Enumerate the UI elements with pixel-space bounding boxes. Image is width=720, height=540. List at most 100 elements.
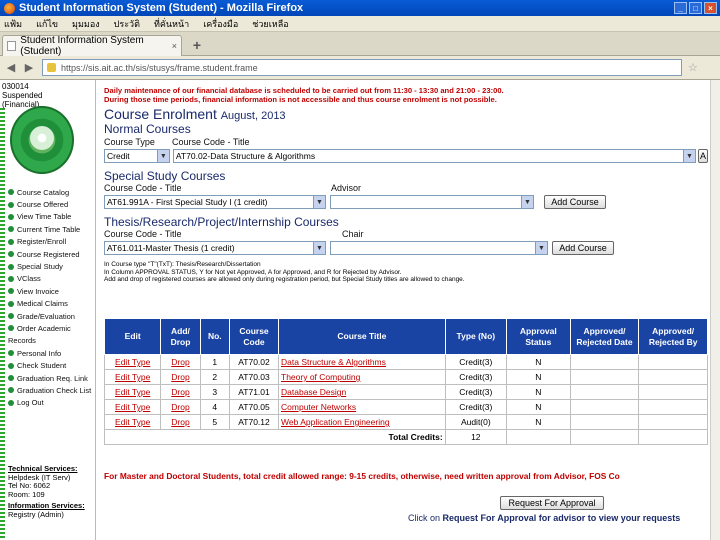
add-special-course-button[interactable]: Add Course bbox=[544, 195, 606, 209]
info-line[interactable]: Registry (Admin) bbox=[8, 510, 94, 520]
menu-file[interactable]: แฟ้ม bbox=[4, 17, 22, 31]
nav-check-student[interactable]: Check Student bbox=[8, 359, 94, 371]
course-title-link[interactable]: Data Structure & Algorithms bbox=[278, 354, 446, 370]
drop-link[interactable]: Drop bbox=[160, 399, 201, 415]
bullet-icon bbox=[8, 362, 14, 369]
chair-label: Chair bbox=[342, 229, 364, 239]
header-course-title: Course Title bbox=[278, 318, 446, 355]
page-content: 030014 Suspended (Financial) Course Cata… bbox=[0, 80, 720, 540]
row-no: 3 bbox=[199, 384, 231, 400]
total-empty bbox=[505, 429, 571, 445]
course-type: Credit(3) bbox=[444, 354, 507, 370]
page-title-text: Course Enrolment bbox=[104, 106, 217, 122]
url-bar[interactable]: https://sis.ait.ac.th/sis/stusys/frame.s… bbox=[42, 59, 682, 76]
drop-link[interactable]: Drop bbox=[160, 369, 201, 385]
table-row: Edit Type Drop 3 AT71.01 Database Design… bbox=[104, 384, 708, 400]
nav-current-time-table[interactable]: Current Time Table bbox=[8, 223, 94, 235]
table-row: Edit Type Drop 4 AT70.05 Computer Networ… bbox=[104, 399, 708, 415]
add-normal-course-button[interactable]: A bbox=[698, 149, 708, 163]
nav-grade-evaluation[interactable]: Grade/Evaluation bbox=[8, 310, 94, 322]
bullet-icon bbox=[8, 288, 14, 295]
course-type-select[interactable]: Credit ▼ bbox=[104, 149, 170, 163]
drop-link[interactable]: Drop bbox=[160, 384, 201, 400]
note-line: In Column APPROVAL STATUS, Y for Not yet… bbox=[104, 268, 402, 276]
nav-records[interactable]: Records bbox=[8, 335, 94, 347]
normal-labels: Course Type Course Code - Title bbox=[104, 137, 708, 147]
chevron-down-icon: ▼ bbox=[535, 242, 547, 254]
minimize-icon[interactable]: _ bbox=[674, 2, 687, 14]
chair-select[interactable]: ▼ bbox=[330, 241, 548, 255]
approved-date bbox=[569, 414, 640, 430]
back-icon[interactable]: ◀ bbox=[4, 61, 18, 75]
nav-register-enroll[interactable]: Register/Enroll bbox=[8, 236, 94, 248]
bullet-icon bbox=[8, 300, 14, 307]
nav-special-study[interactable]: Special Study bbox=[8, 260, 94, 272]
course-code: AT70.02 bbox=[228, 354, 280, 370]
header-approval-status: Approval Status bbox=[505, 318, 571, 355]
edit-type-link[interactable]: Edit Type bbox=[104, 414, 162, 430]
bullet-icon bbox=[8, 201, 14, 208]
bookmark-star-icon[interactable]: ☆ bbox=[688, 61, 698, 74]
nav-vclass[interactable]: VClass bbox=[8, 273, 94, 285]
nav-graduation-req-link[interactable]: Graduation Req. Link bbox=[8, 372, 94, 384]
nav-view-time-table[interactable]: View Time Table bbox=[8, 211, 94, 223]
edit-type-link[interactable]: Edit Type bbox=[104, 384, 162, 400]
nav-order-academic[interactable]: Order Academic bbox=[8, 322, 94, 334]
course-title-link[interactable]: Database Design bbox=[278, 384, 446, 400]
nav-course-catalog[interactable]: Course Catalog bbox=[8, 186, 94, 198]
tab-sis[interactable]: Student Information System (Student) × bbox=[2, 35, 182, 57]
course-title-link[interactable]: Web Application Engineering bbox=[278, 414, 446, 430]
approval-status: N bbox=[505, 369, 571, 385]
thesis-course-select[interactable]: AT61.011-Master Thesis (1 credit) ▼ bbox=[104, 241, 326, 255]
special-course-select[interactable]: AT61.991A - First Special Study I (1 cre… bbox=[104, 195, 326, 209]
normal-course-select[interactable]: AT70.02-Data Structure & Algorithms ▼ bbox=[172, 149, 697, 163]
menu-view[interactable]: มุมมอง bbox=[72, 17, 100, 31]
forward-icon[interactable]: ▶ bbox=[22, 61, 36, 75]
maximize-icon[interactable]: □ bbox=[689, 2, 702, 14]
approval-status: N bbox=[505, 414, 571, 430]
drop-link[interactable]: Drop bbox=[160, 414, 201, 430]
advisor-select[interactable]: ▼ bbox=[330, 195, 534, 209]
close-icon[interactable]: × bbox=[704, 2, 717, 14]
table-row: Edit Type Drop 5 AT70.12 Web Application… bbox=[104, 414, 708, 430]
add-thesis-course-button[interactable]: Add Course bbox=[552, 241, 614, 255]
tab-close-icon[interactable]: × bbox=[172, 41, 177, 51]
special-courses-heading: Special Study Courses bbox=[104, 169, 226, 183]
nav-personal-info[interactable]: Personal Info bbox=[8, 347, 94, 359]
chevron-down-icon: ▼ bbox=[683, 150, 696, 162]
bullet-icon bbox=[8, 387, 14, 394]
thesis-code-label: Course Code - Title bbox=[104, 229, 182, 239]
new-tab-button[interactable]: + bbox=[186, 36, 208, 54]
chevron-down-icon: ▼ bbox=[156, 150, 169, 162]
menu-bookmarks[interactable]: ที่คั่นหน้า bbox=[154, 17, 189, 31]
course-title-link[interactable]: Computer Networks bbox=[278, 399, 446, 415]
vertical-scrollbar[interactable] bbox=[710, 80, 720, 540]
nav-course-offered[interactable]: Course Offered bbox=[8, 198, 94, 210]
thesis-courses-heading: Thesis/Research/Project/Internship Cours… bbox=[104, 215, 339, 229]
menu-tools[interactable]: เครื่องมือ bbox=[203, 17, 238, 31]
chevron-down-icon: ▼ bbox=[521, 196, 533, 208]
nav-course-registered[interactable]: Course Registered bbox=[8, 248, 94, 260]
menu-history[interactable]: ประวัติ bbox=[114, 17, 140, 31]
user-status: Suspended bbox=[2, 91, 43, 100]
total-empty bbox=[569, 429, 640, 445]
edit-type-link[interactable]: Edit Type bbox=[104, 354, 162, 370]
nav-log-out[interactable]: Log Out bbox=[8, 397, 94, 409]
drop-link[interactable]: Drop bbox=[160, 354, 201, 370]
menu-help[interactable]: ช่วยเหลือ bbox=[252, 17, 288, 31]
special-inputs: AT61.991A - First Special Study I (1 cre… bbox=[104, 195, 708, 209]
course-type: Credit(3) bbox=[444, 369, 507, 385]
request-approval-button[interactable]: Request For Approval bbox=[500, 496, 604, 510]
nav-medical-claims[interactable]: Medical Claims bbox=[8, 298, 94, 310]
normal-inputs: Credit ▼ AT70.02-Data Structure & Algorit… bbox=[104, 149, 708, 163]
nav-graduation-check-list[interactable]: Graduation Check List bbox=[8, 384, 94, 396]
edit-type-link[interactable]: Edit Type bbox=[104, 369, 162, 385]
bullet-icon bbox=[8, 275, 14, 282]
total-row: Total Credits: 12 bbox=[104, 429, 708, 445]
menu-edit[interactable]: แก้ไข bbox=[36, 17, 58, 31]
nav-view-invoice[interactable]: View Invoice bbox=[8, 285, 94, 297]
header-approved-by: Approved/ Rejected By bbox=[638, 318, 708, 355]
institute-logo bbox=[10, 106, 74, 174]
course-title-link[interactable]: Theory of Computing bbox=[278, 369, 446, 385]
edit-type-link[interactable]: Edit Type bbox=[104, 399, 162, 415]
